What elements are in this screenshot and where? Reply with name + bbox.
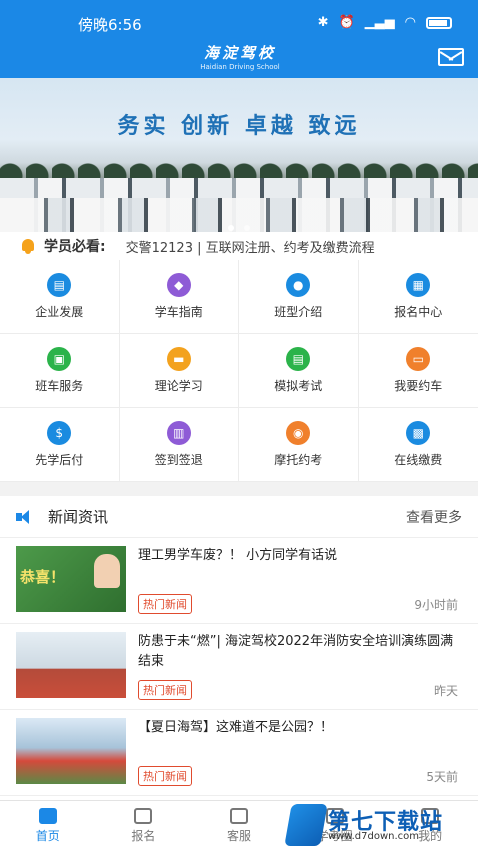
wallet-icon: ▩: [406, 421, 431, 445]
news-item-title: 理工男学车废？！ 小方同学有话说: [138, 548, 338, 563]
notice-text[interactable]: 交警12123 | 互联网注册、约考及缴费流程: [126, 237, 375, 256]
bus-icon: ▣: [47, 347, 72, 371]
tab-label: 首页: [35, 828, 60, 843]
grid-item-label: 班型介绍: [274, 305, 323, 319]
logo-en: Haidian Driving School: [200, 63, 280, 71]
grid-item[interactable]: ▭ 我要约车: [358, 334, 478, 408]
home-icon: [38, 807, 57, 824]
news-thumbnail: [16, 546, 126, 612]
tab-label: 客服: [226, 828, 251, 843]
grid-item[interactable]: $ 先学后付: [0, 408, 120, 482]
grid-item[interactable]: ▣ 班车服务: [0, 334, 120, 408]
grid-item-label: 报名中心: [394, 305, 443, 319]
wifi-icon: ◠: [404, 15, 416, 30]
grid-item-label: 企业发展: [35, 305, 84, 319]
news-item-title: 【夏日海驾】这难道不是公园？！: [138, 720, 334, 735]
school-logo: 海淀驾校 Haidian Driving School: [190, 42, 290, 71]
header: 傍晚6:56 ✱ ⏰ ▁▃▅ ◠ 海淀驾校 Haidian Driving Sc…: [0, 0, 478, 78]
app-root: 傍晚6:56 ✱ ⏰ ▁▃▅ ◠ 海淀驾校 Haidian Driving Sc…: [0, 0, 478, 850]
building-icon: ▤: [47, 273, 72, 297]
news-item-time: 9小时前: [414, 598, 458, 612]
grid-item-label: 我要约车: [394, 379, 443, 393]
grid-item-label: 摩托约考: [274, 453, 323, 467]
status-bar: 傍晚6:56 ✱ ⏰ ▁▃▅ ◠: [0, 14, 478, 36]
tab-home[interactable]: 首页: [0, 801, 96, 850]
grid-item-label: 在线缴费: [394, 453, 443, 467]
grid-item[interactable]: ◉ 摩托约考: [239, 408, 359, 482]
carousel-dot[interactable]: [228, 225, 235, 231]
bluetooth-icon: ✱: [317, 15, 329, 30]
news-item[interactable]: 防患于未“燃”| 海淀驾校2022年消防安全培训演练圆满结束 热门新闻 昨天: [0, 624, 478, 710]
news-item-time: 5天前: [426, 770, 458, 784]
banner-slogan: 务实 创新 卓越 致远: [117, 113, 361, 139]
news-header: 新闻资讯 查看更多: [0, 496, 478, 538]
grid-item[interactable]: ▤ 企业发展: [0, 260, 120, 334]
hot-news-tag: 热门新闻: [138, 680, 192, 700]
carousel-dot[interactable]: [243, 225, 250, 231]
grid-item-label: 学车指南: [154, 305, 203, 319]
watermark-url: www.d7down.com: [328, 831, 420, 842]
status-time: 傍晚6:56: [78, 16, 142, 34]
notice-label: 学员必看:: [44, 239, 106, 255]
alarm-icon: ⏰: [338, 15, 355, 30]
grid-item[interactable]: ▩ 在线缴费: [358, 408, 478, 482]
exam-icon: ▤: [286, 347, 311, 371]
graduation-cap-icon: ◆: [166, 273, 191, 297]
service-icon: [229, 807, 248, 824]
car-icon: ▭: [406, 347, 431, 371]
grid-item-label: 理论学习: [154, 379, 203, 393]
grid-item[interactable]: ▬ 理论学习: [119, 334, 239, 408]
calendar-icon: ▥: [166, 421, 191, 445]
feature-grid: ▤ 企业发展 ◆ 学车指南 ● 班型介绍 ▦ 报名中心 ▣ 班车服务 ▬ 理论学习 ▤ 模拟考…: [0, 260, 478, 482]
view-more-link[interactable]: 查看更多: [406, 507, 462, 527]
news-item[interactable]: 【夏日海驾】这难道不是公园？！ 热门新闻 5天前: [0, 710, 478, 796]
news-thumbnail: [16, 632, 126, 698]
hot-news-tag: 热门新闻: [138, 766, 192, 786]
carousel-dots: [0, 216, 478, 232]
grid-item[interactable]: ▦ 报名中心: [358, 260, 478, 334]
motorcycle-icon: ◉: [286, 421, 311, 445]
grid-item[interactable]: ● 班型介绍: [239, 260, 359, 334]
grid-item[interactable]: ▥ 签到签退: [119, 408, 239, 482]
grid-item-label: 签到签退: [154, 453, 203, 467]
status-icons: ✱ ⏰ ▁▃▅ ◠: [318, 15, 452, 30]
grid-item[interactable]: ◆ 学车指南: [119, 260, 239, 334]
news-section-title: 新闻资讯: [48, 508, 109, 526]
grid-item[interactable]: ▤ 模拟考试: [239, 334, 359, 408]
grid-item-label: 先学后付: [35, 453, 84, 467]
battery-icon: [426, 16, 452, 29]
watermark-logo: [284, 804, 328, 846]
news-thumbnail: [16, 718, 126, 784]
tab-label: 报名: [131, 828, 156, 843]
news-item-title: 防患于未“燃”| 海淀驾校2022年消防安全培训演练圆满结束: [138, 634, 454, 669]
signup-icon: [134, 807, 153, 824]
form-icon: ▦: [406, 273, 431, 297]
grid-item-label: 班车服务: [35, 379, 84, 393]
watermark: 第七下载站 www.d7down.com: [280, 804, 478, 850]
tab-service[interactable]: 客服: [191, 801, 287, 850]
hot-news-tag: 热门新闻: [138, 594, 192, 614]
logo-cn: 海淀驾校: [203, 44, 276, 62]
speaker-icon: [16, 509, 36, 524]
bell-icon: [20, 238, 36, 254]
banner-carousel[interactable]: 务实 创新 卓越 致远: [0, 78, 478, 232]
tab-signup[interactable]: 报名: [96, 801, 192, 850]
news-item[interactable]: 理工男学车废？！ 小方同学有话说 热门新闻 9小时前: [0, 538, 478, 624]
signal-icon: ▁▃▅: [364, 15, 395, 30]
grid-item-label: 模拟考试: [274, 379, 323, 393]
book-icon: ▬: [166, 347, 191, 371]
location-icon: ●: [286, 273, 311, 297]
news-item-time: 昨天: [433, 684, 458, 698]
mail-icon[interactable]: [438, 48, 464, 66]
coin-icon: $: [47, 421, 72, 445]
notice-bar[interactable]: 学员必看: 交警12123 | 互联网注册、约考及缴费流程: [0, 232, 478, 260]
news-section: 新闻资讯 查看更多 理工男学车废？！ 小方同学有话说 热门新闻 9小时前 防患于…: [0, 496, 478, 800]
